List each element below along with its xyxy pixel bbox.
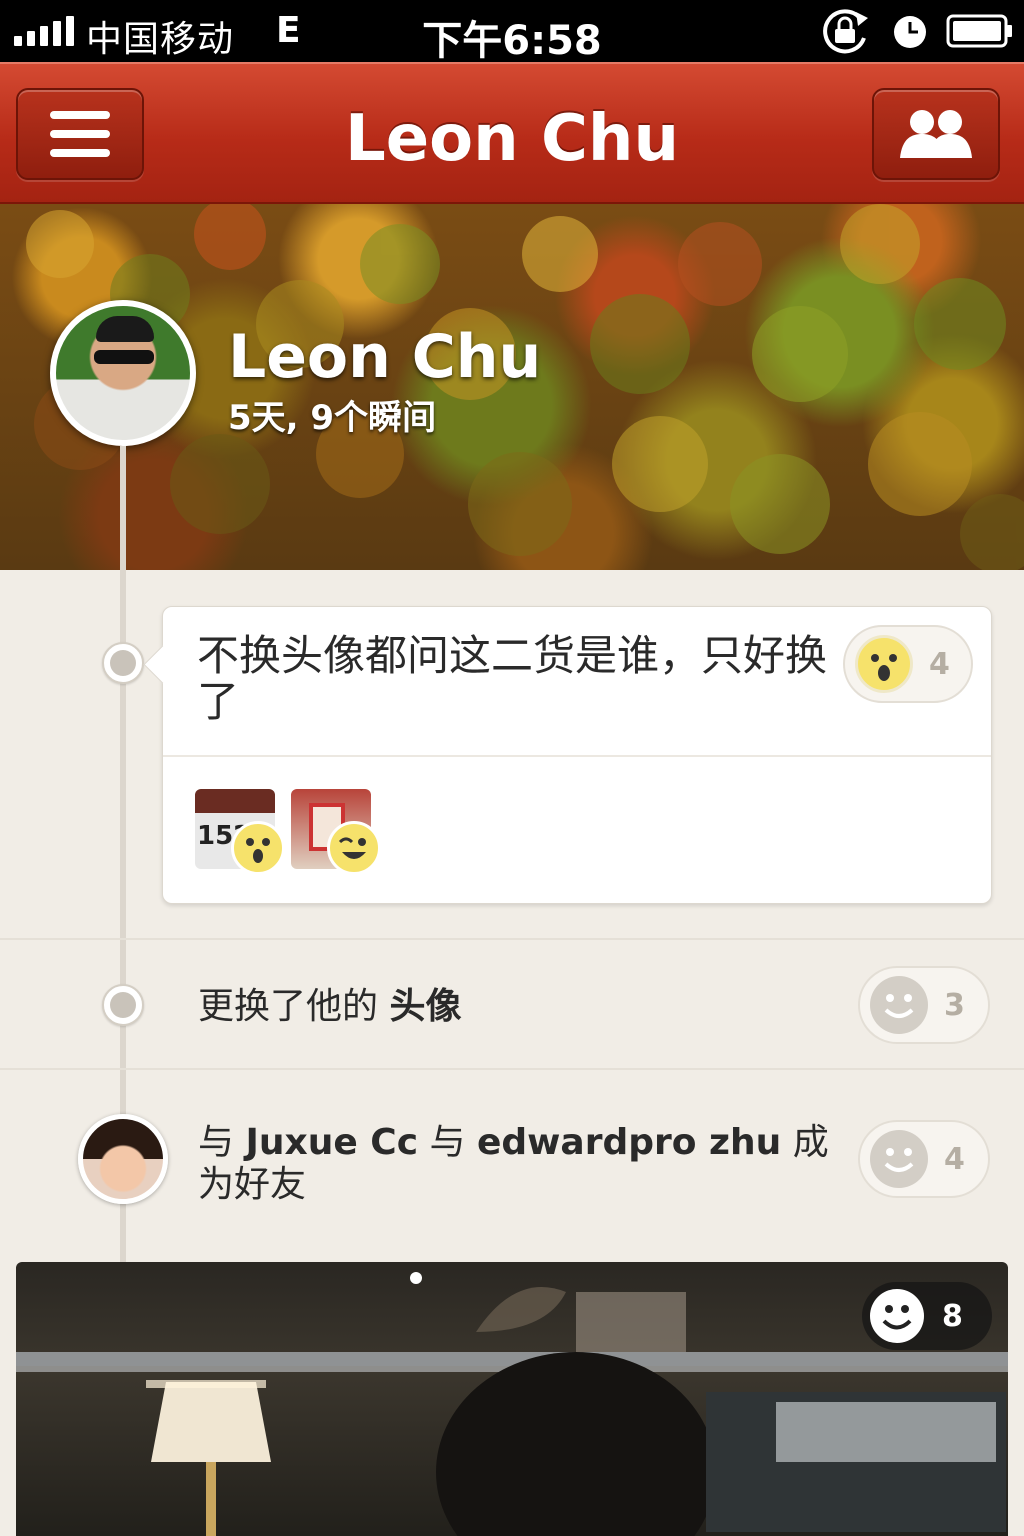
restaurant-photo — [16, 1272, 1008, 1536]
avatar-link[interactable]: 头像 — [389, 986, 461, 1027]
winking-face-icon — [327, 821, 381, 875]
surprised-face-icon — [855, 635, 913, 693]
profile-avatar[interactable] — [50, 300, 196, 446]
app-screen: 中国移动 E 下午6:58 Leon Chu Leon Chu 5天, 9个瞬间… — [0, 0, 1024, 1536]
thought-post-card[interactable]: 不换头像都问这二货是谁，只好换了 4 15274 — [162, 606, 992, 904]
profile-stats: 5天, 9个瞬间 — [228, 398, 437, 438]
friend-avatar[interactable] — [78, 1114, 168, 1204]
photo-emotion-button[interactable]: 8 — [862, 1282, 992, 1350]
emotion-count: 3 — [944, 987, 965, 1023]
smiley-icon — [870, 976, 928, 1034]
battery-icon — [946, 14, 1012, 48]
card-divider — [163, 755, 991, 757]
emotion-button[interactable]: 4 — [843, 625, 973, 703]
timeline-dot — [102, 984, 144, 1026]
alarm-icon — [894, 16, 926, 48]
navigation-bar: Leon Chu — [0, 62, 1024, 204]
friendship-text: 与 Juxue Cc 与 edwardpro zhu 成为好友 — [198, 1122, 829, 1205]
smiley-icon — [870, 1130, 928, 1188]
friends-button[interactable] — [872, 88, 1000, 180]
smiley-icon — [870, 1289, 924, 1343]
emotion-count: 8 — [942, 1298, 963, 1334]
friend-link[interactable]: edwardpro zhu — [477, 1122, 781, 1163]
divider — [0, 938, 1024, 940]
profile-name: Leon Chu — [228, 322, 542, 392]
status-bar: 中国移动 E 下午6:58 — [0, 0, 1024, 64]
avatar-change-text: 更换了他的 头像 — [198, 986, 462, 1027]
status-time: 下午6:58 — [422, 18, 602, 64]
surprised-face-icon — [231, 821, 285, 875]
emotion-count: 4 — [929, 646, 950, 682]
friends-icon — [900, 110, 972, 158]
emotion-button[interactable]: 4 — [858, 1120, 990, 1198]
post-text: 不换头像都问这二货是谁，只好换了 — [197, 631, 828, 726]
photo-post[interactable] — [16, 1262, 1008, 1536]
emotion-button[interactable]: 3 — [858, 966, 990, 1044]
rotation-lock-icon — [823, 9, 868, 54]
page-title: Leon Chu — [344, 102, 680, 176]
divider — [0, 1068, 1024, 1070]
friend-link[interactable]: Juxue Cc — [245, 1122, 418, 1163]
emotion-count: 4 — [944, 1141, 965, 1177]
timeline-dot — [102, 642, 144, 684]
